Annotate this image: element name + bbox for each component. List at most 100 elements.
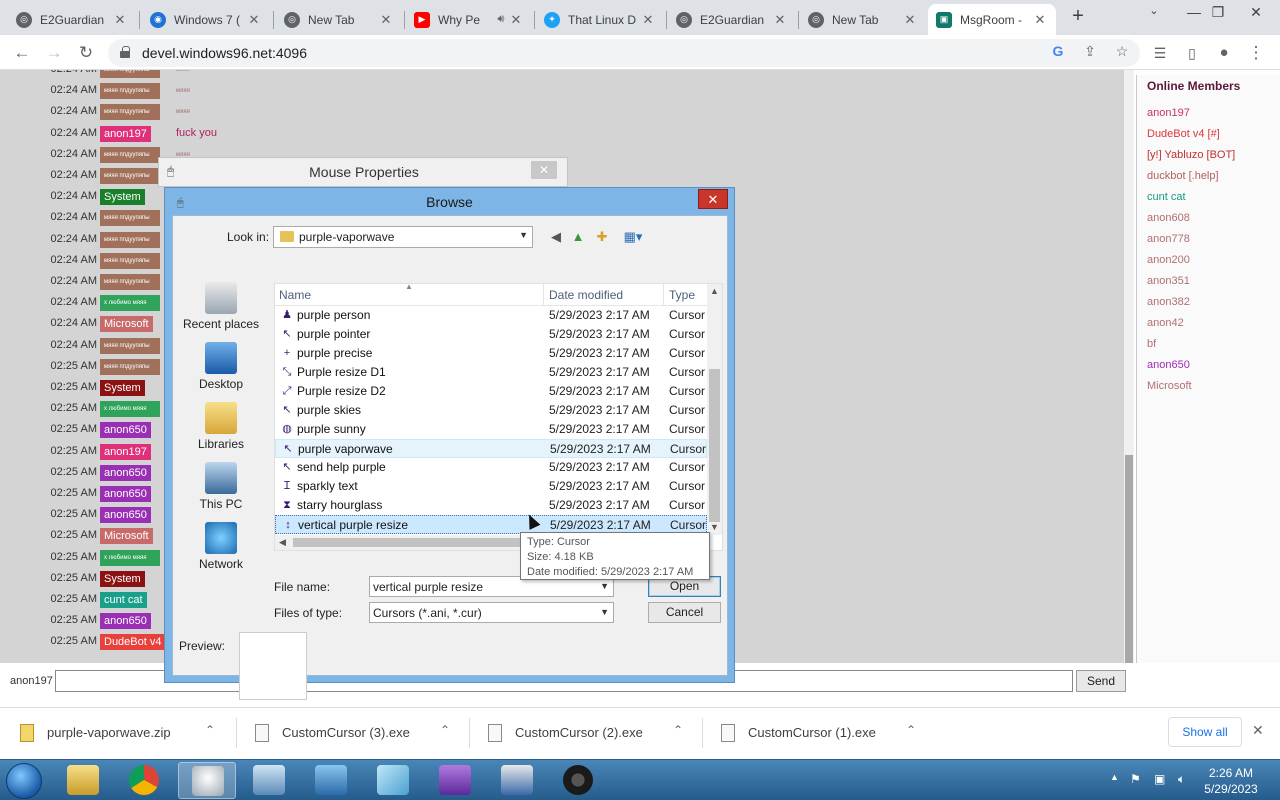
chevron-up-icon[interactable]: ⌃ [440,723,450,737]
start-button[interactable] [6,763,42,799]
tab-e2guardian-2[interactable]: ◎ E2Guardian ✕ [668,4,796,35]
download-item[interactable]: purple-vaporwave.zip ⌃ [0,708,230,758]
username-badge[interactable]: anon197 [100,443,151,460]
member-item[interactable]: [y!] Yabluzo [BOT] [1147,149,1235,161]
username-badge[interactable]: мяяя ппдуупяпы [100,274,160,290]
file-row[interactable]: ⤢ Purple resize D2 5/29/2023 2:17 AM Cursor [275,382,707,401]
cancel-button[interactable]: Cancel [648,602,721,623]
forward-icon[interactable]: → [42,41,66,65]
taskbar-remote-desktop[interactable] [488,762,546,799]
scrollbar-thumb[interactable] [709,369,720,522]
close-icon[interactable]: ✕ [508,12,524,28]
tab-new-tab-1[interactable]: ◎ New Tab ✕ [276,4,402,35]
member-item[interactable]: cunt cat [1147,191,1186,203]
menu-icon[interactable]: ⋮ [1244,41,1268,65]
close-icon[interactable]: ✕ [112,12,128,28]
download-item[interactable]: CustomCursor (3).exe ⌃ [235,708,465,758]
username-badge[interactable]: System [100,380,145,396]
chat-scrollbar[interactable] [1124,70,1134,663]
column-date-modified[interactable]: Date modified [549,288,623,302]
up-folder-icon[interactable]: ▲ [569,228,587,246]
place-network[interactable]: Network [179,522,263,571]
reload-icon[interactable]: ↻ [74,41,98,65]
member-item[interactable]: bf [1147,338,1156,350]
member-item[interactable]: anon382 [1147,296,1190,308]
download-item[interactable]: CustomCursor (2).exe ⌃ [468,708,698,758]
taskbar-obs[interactable] [550,762,608,799]
tab-windows7[interactable]: ◉ Windows 7 ( ✕ [142,4,270,35]
username-badge[interactable]: мяяя ппдуупяпы [100,70,160,78]
profile-icon[interactable]: ● [1212,41,1236,65]
side-panel-icon[interactable]: ▯ [1180,41,1204,65]
file-row[interactable]: ⤡ Purple resize D1 5/29/2023 2:17 AM Cursor [275,363,707,382]
minimize-button[interactable]: — [1182,4,1206,26]
back-icon[interactable]: ◀ [547,228,565,246]
member-item[interactable]: anon778 [1147,233,1190,245]
close-window-button[interactable]: ✕ [1244,4,1268,26]
taskbar-task-manager[interactable] [240,762,298,799]
taskbar-control-panel[interactable] [302,762,360,799]
chevron-down-icon[interactable]: ▼ [600,607,609,617]
member-item[interactable]: anon351 [1147,275,1190,287]
username-badge[interactable]: мяяя ппдуупяпы [100,210,160,227]
username-badge[interactable]: мяяя ппдуупяпы [100,337,160,354]
flag-icon[interactable]: ⚑ [1130,772,1141,786]
username-badge[interactable]: System [100,570,145,587]
close-button[interactable]: ✕ [531,161,557,179]
share-icon[interactable]: ⇪ [1080,43,1100,63]
member-item[interactable]: anon42 [1147,317,1184,329]
chevron-up-icon[interactable]: ⌃ [673,723,683,737]
username-badge[interactable]: anon650 [100,613,151,630]
show-hidden-icons-icon[interactable]: ▲ [1110,772,1119,782]
network-tray-icon[interactable]: ▣ [1154,772,1165,786]
scroll-left-icon[interactable]: ◀ [275,537,290,548]
username-badge[interactable]: x любимо мяяя [100,549,160,566]
member-item[interactable]: anon608 [1147,212,1190,224]
place-desktop[interactable]: Desktop [179,342,263,391]
username-badge[interactable]: мяяя ппдуупяпы [100,358,160,375]
username-badge[interactable]: мяяя ппдуупяпы [100,168,160,184]
column-name[interactable]: Name [279,288,311,302]
file-row[interactable]: + purple precise 5/29/2023 2:17 AM Cursor [275,344,707,363]
username-badge[interactable]: System [100,189,145,206]
media-control-icon[interactable]: ☰ [1148,41,1172,65]
download-item[interactable]: CustomCursor (1).exe ⌃ [701,708,931,758]
google-icon[interactable]: G [1048,43,1068,63]
tab-msgroom[interactable]: ▣ MsgRoom - ✕ [928,4,1056,35]
close-icon[interactable]: ✕ [902,12,918,28]
close-icon[interactable]: ✕ [1252,722,1264,739]
member-item[interactable]: duckbot [.help] [1147,170,1219,182]
tab-youtube[interactable]: ▶ Why Pe 🔊︎ ✕ [406,4,532,35]
username-badge[interactable]: мяяя ппдуупяпы [100,252,160,269]
place-libraries[interactable]: Libraries [179,402,263,451]
close-icon[interactable]: ✕ [1032,12,1048,28]
file-row[interactable]: ◍ purple sunny 5/29/2023 2:17 AM Cursor [275,420,707,439]
place-this-pc[interactable]: This PC [179,462,263,511]
bookmark-star-icon[interactable]: ☆ [1112,43,1132,63]
send-button[interactable]: Send [1076,670,1126,692]
file-row[interactable]: ↖ purple pointer 5/29/2023 2:17 AM Cursor [275,325,707,344]
file-row[interactable]: Ｉsparkly text 5/29/2023 2:17 AM Cursor [275,477,707,496]
look-in-dropdown[interactable]: purple-vaporwave ▼ [273,226,533,248]
username-badge[interactable]: мяяя ппдуупяпы [100,231,160,248]
tab-new-tab-2[interactable]: ◎ New Tab ✕ [800,4,926,35]
files-of-type-select[interactable]: Cursors (*.ani, *.cur) ▼ [369,602,614,623]
new-folder-icon[interactable]: ✚ [593,228,611,246]
member-item[interactable]: anon650 [1147,359,1190,371]
file-row[interactable]: ↖ send help purple 5/29/2023 2:17 AM Cursor [275,458,707,477]
username-badge[interactable]: мяяя ппдуупяпы [100,146,160,163]
username-badge[interactable]: cunt cat [100,592,147,608]
member-item[interactable]: anon197 [1147,107,1190,119]
close-button[interactable]: ✕ [698,189,728,209]
file-row[interactable]: ⧗ starry hourglass 5/29/2023 2:17 AM Cursor [275,496,707,515]
username-badge[interactable]: Microsoft [100,528,153,545]
taskbar-chrome[interactable] [116,762,174,799]
username-badge[interactable]: anon650 [100,507,151,524]
tab-search-icon[interactable]: ⌄ [1142,4,1166,26]
new-tab-button[interactable]: + [1066,5,1090,29]
username-badge[interactable]: anon650 [100,486,151,502]
scrollbar-thumb[interactable] [1125,455,1133,663]
close-icon[interactable]: ✕ [772,12,788,28]
system-clock[interactable]: 2:26 AM 5/29/2023 [1196,765,1266,797]
scroll-up-icon[interactable]: ▲ [707,286,722,296]
